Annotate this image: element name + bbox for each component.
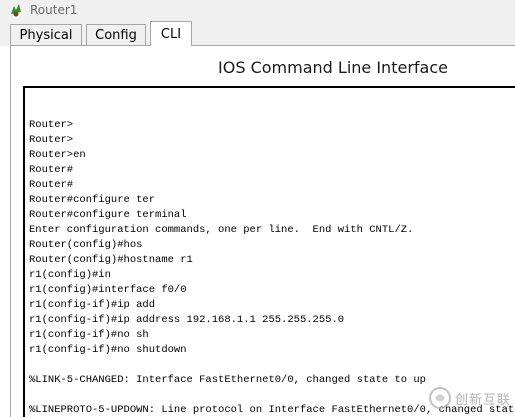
terminal-line: Router(config)#hostname r1 <box>29 254 193 266</box>
terminal-line: %LINK-5-CHANGED: Interface FastEthernet0… <box>29 374 426 386</box>
window-title: Router1 <box>30 3 78 17</box>
cli-heading: IOS Command Line Interface <box>218 58 448 77</box>
terminal-line: r1(config-if)#no shutdown <box>29 344 187 356</box>
terminal-line: Router#configure terminal <box>29 209 187 221</box>
terminal-line: Router#configure ter <box>29 194 156 206</box>
cli-terminal[interactable]: Router> Router> Router>en Router# Router# Rou… <box>23 86 515 417</box>
terminal-line: r1(config-if)#ip add <box>29 299 156 311</box>
terminal-line: Router# <box>29 179 74 191</box>
terminal-line: r1(config)#interface f0/0 <box>29 284 187 296</box>
window-titlebar: Router1 <box>0 0 515 20</box>
terminal-line: r1(config-if)#ip address 192.168.1.1 255… <box>29 314 345 326</box>
terminal-line: r1(config)#in <box>29 269 111 281</box>
tab-physical[interactable]: Physical <box>10 24 82 45</box>
terminal-line: Enter configuration commands, one per li… <box>29 224 414 236</box>
terminal-line: Router(config)#hos <box>29 239 143 251</box>
tab-cli[interactable]: CLI <box>150 21 192 46</box>
terminal-line: Router> <box>29 119 74 131</box>
logo-icon <box>428 387 451 409</box>
tab-config[interactable]: Config <box>86 24 146 45</box>
terminal-line: Router> <box>29 134 74 146</box>
terminal-line: Router>en <box>29 149 86 161</box>
tab-divider <box>10 45 515 46</box>
router-icon <box>8 2 24 18</box>
terminal-output: Router> Router> Router>en Router# Router# Rou… <box>29 118 515 417</box>
watermark: 创新互联 <box>428 387 511 409</box>
terminal-line: r1(config-if)#no sh <box>29 329 149 341</box>
terminal-line: Router# <box>29 164 74 176</box>
tab-bar: Physical Config CLI <box>0 20 515 46</box>
watermark-text: 创新互联 <box>454 392 511 408</box>
